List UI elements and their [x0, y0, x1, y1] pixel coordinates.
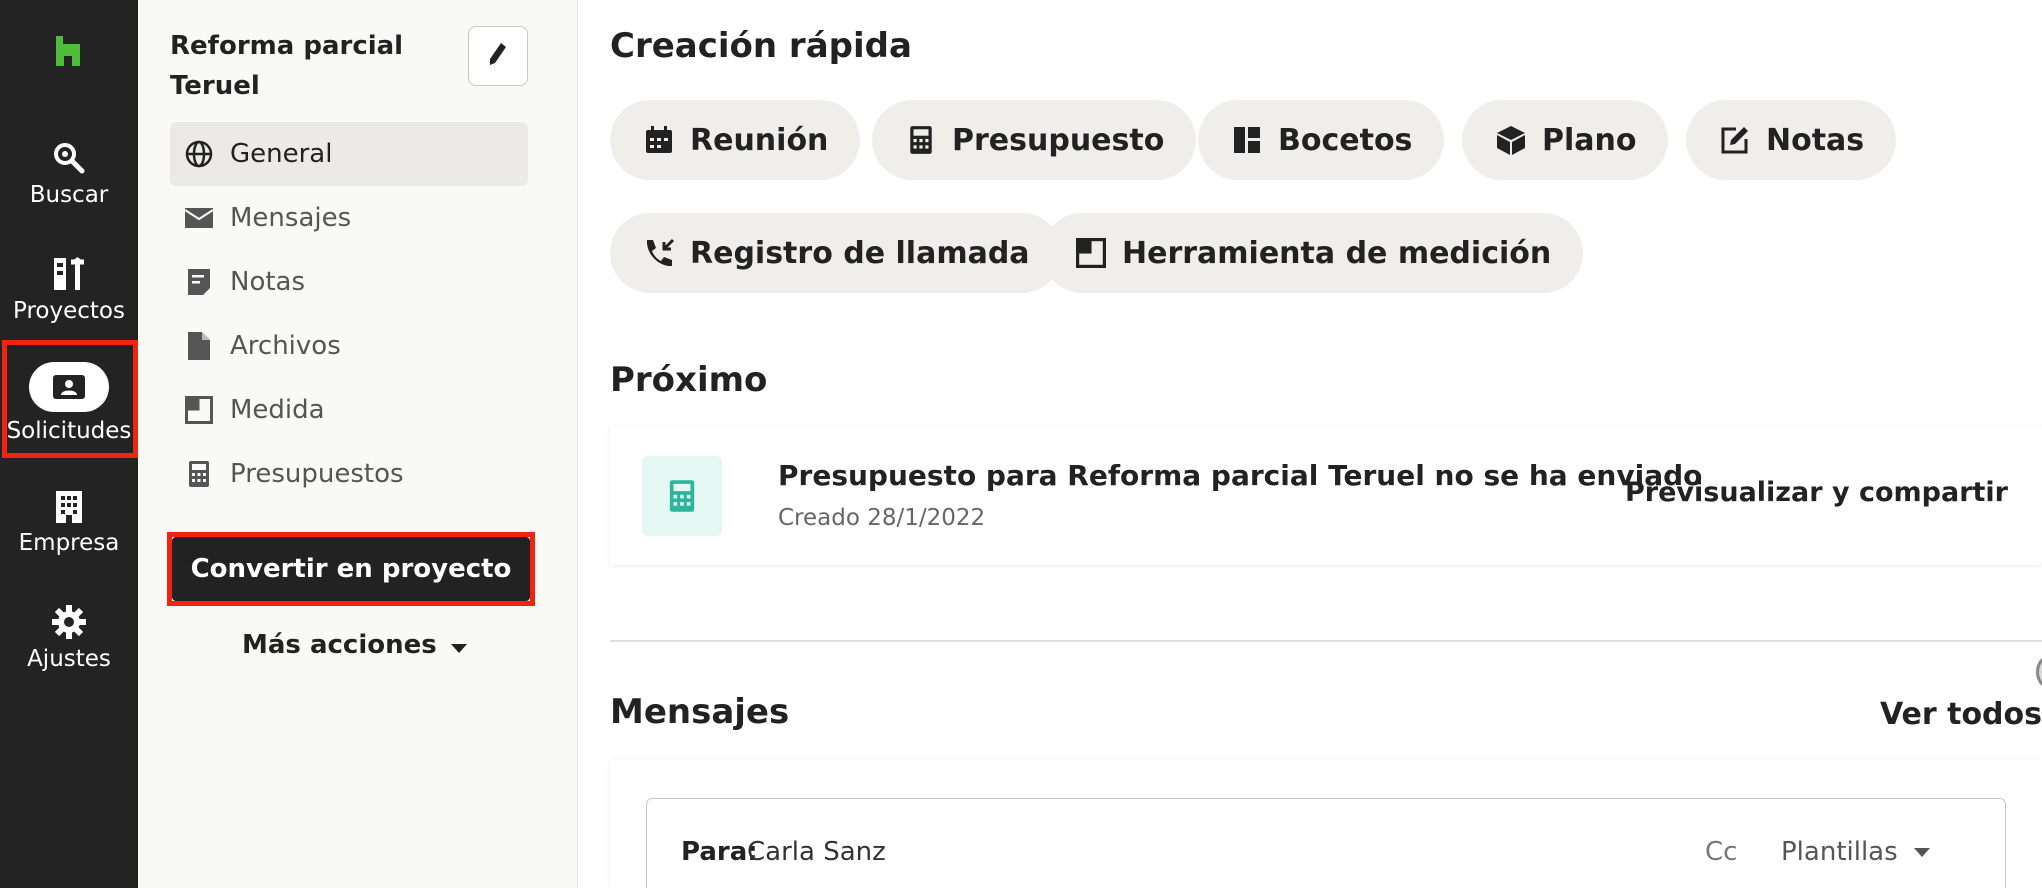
rail-label: Proyectos — [13, 298, 125, 324]
edit-title-button[interactable] — [468, 26, 528, 86]
search-icon — [49, 138, 89, 178]
caret-down-icon — [1913, 847, 1930, 857]
divider — [610, 640, 2042, 642]
nav-item-general[interactable]: General — [170, 122, 528, 186]
nav-item-files[interactable]: Archivos — [170, 314, 528, 378]
nav-item-estimates[interactable]: Presupuestos — [170, 442, 528, 506]
nav-item-notes[interactable]: Notas — [170, 250, 528, 314]
calculator-icon — [904, 123, 938, 157]
nav-label: Medida — [230, 395, 325, 425]
chip-label: Registro de llamada — [690, 235, 1030, 271]
quick-create-meeting[interactable]: Reunión — [610, 100, 861, 180]
nav-label: Archivos — [230, 331, 341, 361]
quick-create-estimate[interactable]: Presupuesto — [872, 100, 1197, 180]
call-log-icon — [642, 236, 676, 270]
message-composer[interactable]: Para: Carla Sanz Cc Plantillas — [646, 798, 2006, 888]
globe-icon — [184, 139, 214, 169]
chip-label: Herramienta de medición — [1122, 235, 1552, 271]
rail-item-company[interactable]: Empresa — [0, 478, 138, 588]
nav-label: Presupuestos — [230, 459, 404, 489]
rail-item-search[interactable]: Buscar — [0, 130, 138, 240]
more-actions-label: Más acciones — [242, 630, 437, 660]
upcoming-card: Presupuesto para Reforma parcial Teruel … — [610, 425, 2042, 565]
nav-label: Mensajes — [230, 203, 352, 233]
rail-label: Ajustes — [27, 646, 111, 672]
pencil-icon — [487, 41, 509, 71]
quick-create-call-log[interactable]: Registro de llamada — [610, 213, 1062, 293]
upcoming-title: Presupuesto para Reforma parcial Teruel … — [778, 459, 1703, 492]
building-icon — [49, 486, 89, 526]
chip-label: Bocetos — [1278, 122, 1413, 158]
upcoming-date: Creado 28/1/2022 — [778, 505, 986, 531]
quick-create-measure-tool[interactable]: Herramienta de medición — [1042, 213, 1584, 293]
quick-create-heading: Creación rápida — [610, 26, 912, 66]
edit-icon — [1718, 123, 1752, 157]
quick-create-sketches[interactable]: Bocetos — [1198, 100, 1445, 180]
note-icon — [184, 267, 214, 297]
caret-down-icon — [450, 643, 467, 653]
quick-create-notes[interactable]: Notas — [1686, 100, 1897, 180]
measure-icon — [1074, 236, 1108, 270]
highlight-box — [2, 340, 138, 458]
calculator-icon — [642, 456, 722, 536]
chip-label: Plano — [1542, 122, 1637, 158]
chip-label: Reunión — [690, 122, 829, 158]
upcoming-heading: Próximo — [610, 360, 768, 400]
templates-dropdown[interactable]: Plantillas — [1781, 837, 1930, 867]
layout-icon — [1230, 123, 1264, 157]
houzz-logo[interactable] — [54, 36, 82, 66]
help-bubble[interactable] — [2036, 652, 2042, 692]
rail-item-settings[interactable]: Ajustes — [0, 594, 138, 704]
nav-label: General — [230, 139, 333, 169]
main-content: Creación rápida Reunión Presupuesto Boce… — [578, 0, 2042, 888]
request-sidebar: Reforma parcial Teruel General Mensajes … — [138, 0, 578, 888]
box-icon — [1494, 123, 1528, 157]
quick-create-plan[interactable]: Plano — [1462, 100, 1669, 180]
cc-button[interactable]: Cc — [1705, 837, 1737, 867]
mail-icon — [184, 203, 214, 233]
nav-item-messages[interactable]: Mensajes — [170, 186, 528, 250]
rail-label: Empresa — [18, 530, 120, 556]
nav-label: Notas — [230, 267, 306, 297]
messages-heading: Mensajes — [610, 692, 790, 732]
measure-icon — [184, 395, 214, 425]
projects-icon — [49, 254, 89, 294]
see-all-messages-link[interactable]: Ver todos — [1880, 697, 2042, 732]
preview-share-link[interactable]: Previsualizar y compartir — [1625, 477, 2008, 508]
request-title: Reforma parcial Teruel — [170, 31, 404, 101]
file-icon — [184, 331, 214, 361]
rail-label: Buscar — [29, 182, 109, 208]
calculator-icon — [184, 459, 214, 489]
gear-icon — [49, 602, 89, 642]
chip-label: Notas — [1766, 122, 1865, 158]
more-actions-dropdown[interactable]: Más acciones — [242, 625, 467, 665]
recipient-name[interactable]: Carla Sanz — [747, 837, 886, 867]
nav-item-measure[interactable]: Medida — [170, 378, 528, 442]
highlight-box — [167, 532, 535, 606]
chip-label: Presupuesto — [952, 122, 1165, 158]
calendar-icon — [642, 123, 676, 157]
templates-label: Plantillas — [1781, 837, 1898, 867]
